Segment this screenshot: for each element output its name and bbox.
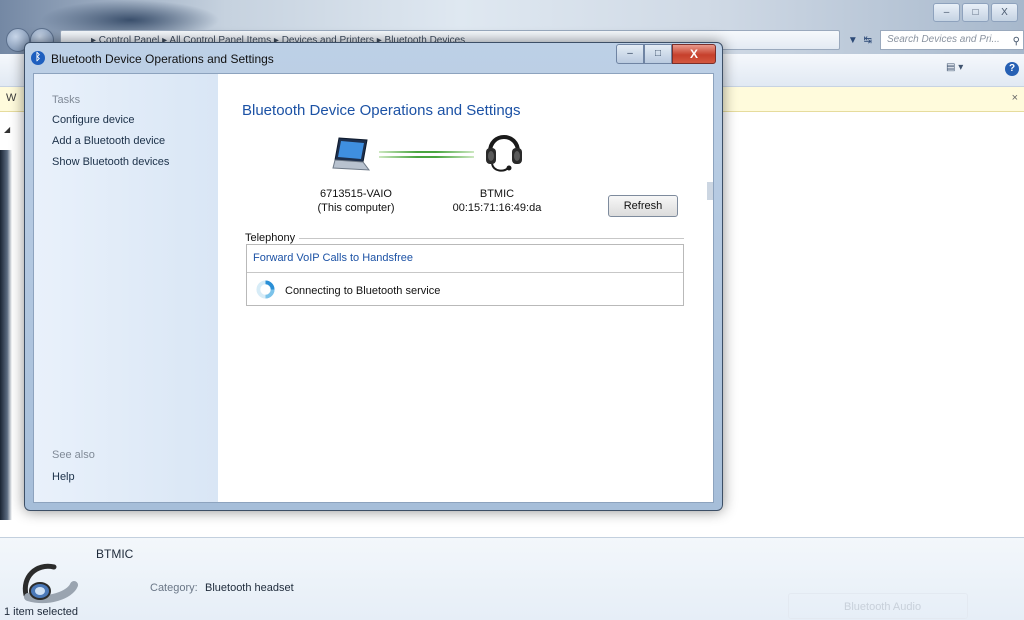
tasks-pane: Tasks Configure device Add a Bluetooth d…	[34, 74, 218, 502]
telephony-divider	[247, 272, 683, 273]
device-address: 00:15:71:16:49:da	[452, 202, 542, 214]
details-category-value: Bluetooth headset	[205, 582, 294, 594]
task-configure-device[interactable]: Configure device	[52, 114, 135, 126]
dialog-title: Bluetooth Device Operations and Settings	[51, 52, 274, 66]
search-icon[interactable]: ⚲	[1013, 33, 1020, 49]
help-link[interactable]: Help	[52, 471, 75, 483]
help-icon[interactable]: ?	[1005, 62, 1019, 76]
tasks-heading: Tasks	[52, 94, 81, 106]
details-category-label: Category:	[150, 582, 198, 594]
maximize-button[interactable]: □	[644, 44, 672, 64]
refresh-button[interactable]: Refresh	[608, 195, 678, 217]
info-bar-text: W	[6, 92, 17, 104]
background-window-caption-buttons: – □ X	[933, 3, 1018, 22]
bluetooth-headset-icon	[22, 563, 78, 604]
search-placeholder: Search Devices and Pri...	[887, 34, 1000, 45]
telephony-status: Connecting to Bluetooth service	[285, 285, 441, 297]
forward-voip-link[interactable]: Forward VoIP Calls to Handsfree	[253, 252, 413, 264]
laptop-icon	[332, 137, 371, 171]
device-name: BTMIC	[479, 188, 515, 200]
computer-name: 6713515-VAIO	[320, 188, 392, 200]
task-show-bluetooth-devices[interactable]: Show Bluetooth devices	[52, 156, 169, 168]
tree-expand-icon[interactable]: ◢	[4, 125, 10, 134]
headset-icon	[486, 135, 522, 172]
dialog-body: Tasks Configure device Add a Bluetooth d…	[33, 73, 714, 503]
dialog-caption-buttons: – □ X	[616, 44, 716, 64]
details-device-name: BTMIC	[96, 547, 134, 561]
background-close-button[interactable]: X	[991, 3, 1018, 22]
bluetooth-settings-dialog: ᛒ Bluetooth Device Operations and Settin…	[24, 42, 723, 511]
info-bar-close-icon[interactable]: ×	[1012, 92, 1018, 104]
task-add-bluetooth-device[interactable]: Add a Bluetooth device	[52, 135, 165, 147]
search-input[interactable]: Search Devices and Pri... ⚲	[880, 30, 1024, 50]
connection-indicator	[379, 151, 474, 161]
address-bar-controls: ▼ ↹	[845, 31, 875, 49]
background-maximize-button[interactable]: □	[962, 3, 989, 22]
close-button[interactable]: X	[672, 44, 716, 64]
computer-subtitle: (This computer)	[317, 202, 395, 214]
page-title: Bluetooth Device Operations and Settings	[242, 102, 521, 119]
background-left-edge	[0, 150, 12, 520]
telephony-label: Telephony	[245, 232, 300, 244]
ghost-device-item: Bluetooth Audio	[788, 593, 968, 619]
scrollbar-thumb[interactable]	[707, 182, 713, 200]
busy-spinner-icon	[256, 280, 275, 299]
change-view-icon[interactable]: ▤ ▾	[946, 62, 963, 73]
telephony-group: Forward VoIP Calls to Handsfree Connecti…	[246, 244, 684, 306]
see-also-heading: See also	[52, 449, 95, 461]
chevron-down-icon[interactable]: ▼	[848, 35, 858, 46]
refresh-arrows-icon[interactable]: ↹	[864, 35, 872, 46]
telephony-separator	[290, 238, 684, 239]
bluetooth-icon: ᛒ	[31, 51, 45, 65]
status-bar-text: 1 item selected	[4, 606, 78, 618]
background-minimize-button[interactable]: –	[933, 3, 960, 22]
minimize-button[interactable]: –	[616, 44, 644, 64]
